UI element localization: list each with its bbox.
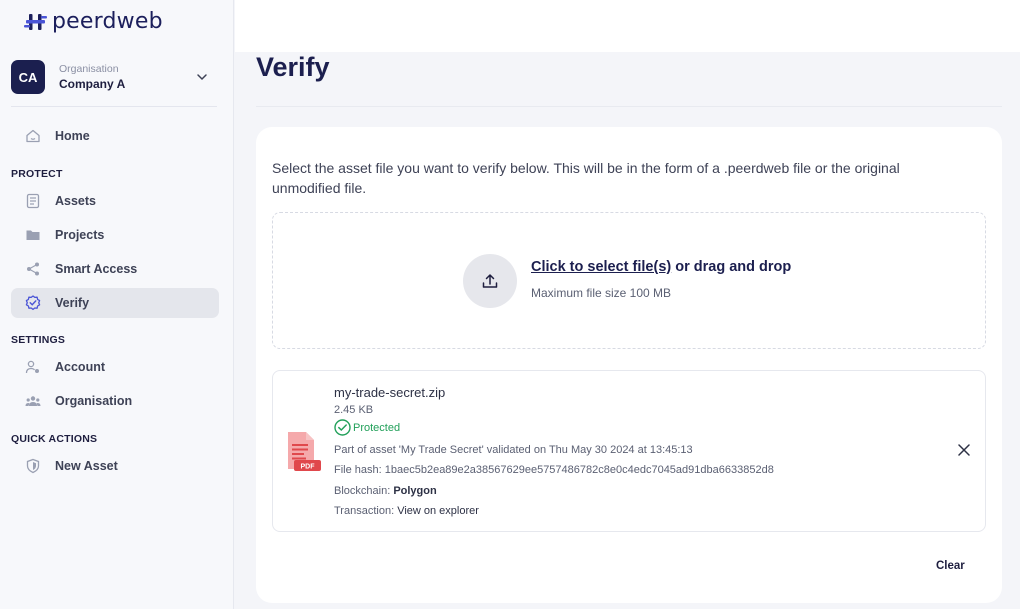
protected-status: Protected	[334, 419, 400, 436]
nav-label: Assets	[55, 194, 96, 208]
users-icon	[25, 393, 41, 409]
org-avatar: CA	[11, 60, 45, 94]
organisation-switcher[interactable]: CA Organisation Company A	[11, 59, 217, 95]
nav-label: Account	[55, 360, 105, 374]
file-size: 2.45 KB	[334, 404, 374, 416]
verify-instructions: Select the asset file you want to verify…	[272, 160, 900, 196]
select-files-link[interactable]: Click to select file(s)	[531, 259, 671, 275]
validation-info: Part of asset 'My Trade Secret' validate…	[334, 444, 693, 456]
brand-logo[interactable]: peerdweb	[24, 9, 163, 34]
file-hash: File hash: 1baec5b2ea89e2a38567629ee5757…	[334, 464, 774, 476]
brand-name: peerdweb	[52, 9, 163, 34]
sidebar: peerdweb CA Organisation Company A Home …	[0, 0, 234, 609]
pdf-badge-label: PDF	[301, 464, 316, 471]
share-icon	[25, 261, 41, 277]
section-label-settings: SETTINGS	[11, 334, 66, 346]
peerdweb-logo-icon	[24, 13, 47, 30]
chevron-down-icon	[197, 74, 207, 81]
file-dropzone[interactable]: Click to select file(s) or drag and drop…	[272, 212, 986, 349]
drag-drop-text: or drag and drop	[671, 259, 792, 275]
nav-item-new-asset[interactable]: New Asset	[11, 451, 219, 481]
verified-file-card: PDF my-trade-secret.zip 2.45 KB Protecte…	[272, 370, 986, 532]
nav-item-home[interactable]: Home	[11, 121, 219, 151]
transaction-info: Transaction: View on explorer	[334, 505, 479, 517]
pdf-file-icon: PDF	[286, 431, 322, 478]
assets-icon	[25, 193, 41, 209]
page-title: Verify	[256, 52, 330, 82]
org-name: Company A	[59, 77, 126, 91]
nav-item-organisation[interactable]: Organisation	[11, 386, 219, 416]
nav-label: Home	[55, 129, 90, 143]
shield-icon	[25, 458, 41, 474]
nav-label: Smart Access	[55, 262, 138, 276]
nav-item-verify[interactable]: Verify	[11, 288, 219, 318]
nav-label: Organisation	[55, 394, 133, 408]
file-hash-value: 1baec5b2ea89e2a38567629ee5757486782c8e0c…	[384, 464, 774, 476]
org-label: Organisation	[59, 63, 119, 75]
folder-icon	[25, 227, 41, 243]
nav-item-assets[interactable]: Assets	[11, 186, 219, 216]
upload-prompt: Click to select file(s) or drag and drop	[531, 259, 791, 275]
divider	[11, 106, 217, 107]
nav-item-account[interactable]: Account	[11, 352, 219, 382]
verify-badge-icon	[25, 295, 41, 311]
close-icon	[958, 444, 970, 456]
divider	[256, 106, 1002, 107]
nav-item-projects[interactable]: Projects	[11, 220, 219, 250]
section-label-quick-actions: QUICK ACTIONS	[11, 433, 98, 445]
account-icon	[25, 359, 41, 375]
file-name: my-trade-secret.zip	[334, 385, 446, 400]
view-on-explorer-link[interactable]: View on explorer	[397, 505, 479, 517]
check-circle-icon	[334, 419, 351, 436]
verify-card: Select the asset file you want to verify…	[256, 127, 1002, 603]
nav-item-smart-access[interactable]: Smart Access	[11, 254, 219, 284]
nav-label: Verify	[55, 296, 90, 310]
section-label-protect: PROTECT	[11, 168, 63, 180]
blockchain-name: Polygon	[393, 485, 437, 497]
remove-file-button[interactable]	[956, 442, 972, 458]
home-icon	[25, 128, 41, 144]
nav-label: Projects	[55, 228, 105, 242]
clear-button[interactable]: Clear	[936, 560, 965, 572]
protected-label: Protected	[353, 421, 401, 434]
upload-icon[interactable]	[463, 254, 517, 308]
top-bar	[235, 0, 1020, 52]
blockchain-info: Blockchain: Polygon	[334, 485, 437, 497]
nav-label: New Asset	[55, 459, 118, 473]
max-file-size: Maximum file size 100 MB	[531, 286, 672, 300]
